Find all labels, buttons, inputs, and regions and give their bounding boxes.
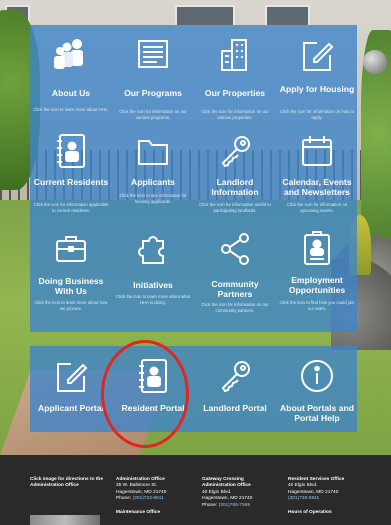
tile-label: Applicants	[131, 177, 175, 187]
main-nav-panel: About Us Click the icon to learn more ab…	[30, 25, 357, 332]
tile-description: Click the icon for information on our co…	[201, 302, 269, 313]
gateway-phone-link[interactable]: (301)766-7969	[219, 503, 250, 508]
tile-label: Landlord Information	[211, 177, 259, 197]
portal-label: About Portals and Portal Help	[279, 403, 354, 423]
portals-panel: Applicant Portal Resident Portal Landlor…	[30, 346, 357, 432]
puzzle-icon	[133, 229, 173, 269]
applicant-portal-button[interactable]: Applicant Portal	[30, 346, 112, 432]
tile-landlord-information[interactable]: Landlord Information Click the icon for …	[194, 127, 276, 213]
folder-icon	[133, 131, 173, 171]
tile-label: Employment Opportunities	[288, 275, 346, 295]
tile-about-us[interactable]: About Us Click the icon to learn more ab…	[30, 31, 112, 112]
tile-label: Initiatives	[133, 280, 173, 290]
tile-calendar-events[interactable]: Calendar, Events and Newsletters Click t…	[276, 127, 358, 213]
address-book-icon	[133, 356, 173, 396]
tile-initiatives[interactable]: Initiatives Click the icon to learn more…	[112, 225, 194, 305]
portal-label: Resident Portal	[121, 403, 185, 413]
directions-note: Click image for directions to the Admini…	[30, 477, 105, 490]
admin-office-info: Administration Office 35 W. Baltimore St…	[116, 477, 191, 516]
tile-label: Doing Business With Us	[38, 276, 104, 296]
maintenance-office-title: Maintenance Office	[116, 509, 160, 515]
admin-phone-link[interactable]: (301)733-6911	[133, 496, 164, 501]
tile-description: Click the icon to see information for ho…	[119, 193, 187, 204]
pencil-form-icon	[51, 356, 91, 396]
tile-label: Apply for Housing	[279, 84, 355, 94]
tile-description: Click the icon for information on upcomi…	[286, 202, 348, 213]
resident-portal-button[interactable]: Resident Portal	[112, 346, 194, 432]
portal-label: Landlord Portal	[203, 403, 267, 413]
tile-applicants[interactable]: Applicants Click the icon to see informa…	[112, 127, 194, 204]
key-icon	[215, 356, 255, 396]
window	[175, 5, 235, 27]
hours-title: Hours of Operation	[288, 509, 332, 515]
portal-label: Applicant Portal	[38, 403, 104, 413]
window	[265, 5, 310, 27]
footer: Click image for directions to the Admini…	[0, 455, 391, 525]
gateway-office-title: Gateway Crossing Administration Office	[202, 477, 251, 489]
tile-description: Click the icon to learn more about what …	[115, 294, 191, 305]
tile-our-properties[interactable]: Our Properties Click the icon for inform…	[194, 31, 276, 120]
tile-description: Click the icon for information applicabl…	[33, 202, 109, 213]
resident-phone-link[interactable]: (301)733-6911	[288, 496, 368, 502]
garden-globe	[363, 50, 387, 74]
tile-label: About Us	[51, 88, 91, 98]
tile-employment[interactable]: Employment Opportunities Click the icon …	[276, 225, 358, 311]
directions-text: Click image for directions to the Admini…	[30, 477, 104, 489]
tile-description: Click the icon for information on our va…	[119, 109, 187, 120]
share-icon	[215, 229, 255, 269]
tile-description: Click the icon for information useful to…	[199, 202, 271, 213]
tile-description: Click the icon to learn more about how w…	[34, 300, 108, 311]
pencil-form-icon	[297, 35, 337, 75]
tile-community-partners[interactable]: Community Partners Click the icon for in…	[194, 225, 276, 313]
tile-label: Calendar, Events and Newsletters	[282, 177, 352, 197]
tile-description: Click the icon for information on how to…	[279, 109, 355, 120]
tile-our-programs[interactable]: Our Programs Click the icon for informat…	[112, 31, 194, 120]
landlord-portal-button[interactable]: Landlord Portal	[194, 346, 276, 432]
people-icon	[51, 35, 91, 75]
calendar-icon	[297, 131, 337, 171]
tile-current-residents[interactable]: Current Residents Click the icon for inf…	[30, 127, 112, 213]
key-icon	[215, 131, 255, 171]
gateway-office-info: Gateway Crossing Administration Office 4…	[202, 477, 277, 509]
tile-label: Our Properties	[204, 88, 266, 98]
id-card-icon	[297, 229, 337, 269]
info-icon	[297, 356, 337, 396]
address-book-icon	[51, 131, 91, 171]
phone-prefix: Phone:	[202, 502, 218, 508]
directions-map-thumbnail[interactable]	[30, 515, 100, 525]
phone-prefix: Phone:	[116, 496, 132, 502]
gateway-phone-row: Phone: (301)766-7969	[202, 503, 277, 509]
buildings-icon	[215, 35, 255, 75]
admin-phone-row: Phone: (301)733-6911	[116, 496, 191, 502]
tile-label: Community Partners	[211, 279, 259, 299]
tile-description: Click the icon to find how you could joi…	[279, 300, 355, 311]
tile-description: Click the icon to learn more about HHA.	[33, 107, 109, 112]
resident-services-info: Resident Services Office 40 Elgin Blvd. …	[288, 477, 368, 516]
document-icon	[133, 35, 173, 75]
tile-description: Click the icon for information on our va…	[201, 109, 269, 120]
tile-label: Current Residents	[33, 177, 109, 187]
tile-apply-for-housing[interactable]: Apply for Housing Click the icon for inf…	[276, 31, 358, 120]
briefcase-icon	[51, 229, 91, 269]
tile-label: Our Programs	[124, 88, 182, 98]
about-portals-button[interactable]: About Portals and Portal Help	[276, 346, 358, 432]
tile-doing-business[interactable]: Doing Business With Us Click the icon to…	[30, 225, 112, 311]
